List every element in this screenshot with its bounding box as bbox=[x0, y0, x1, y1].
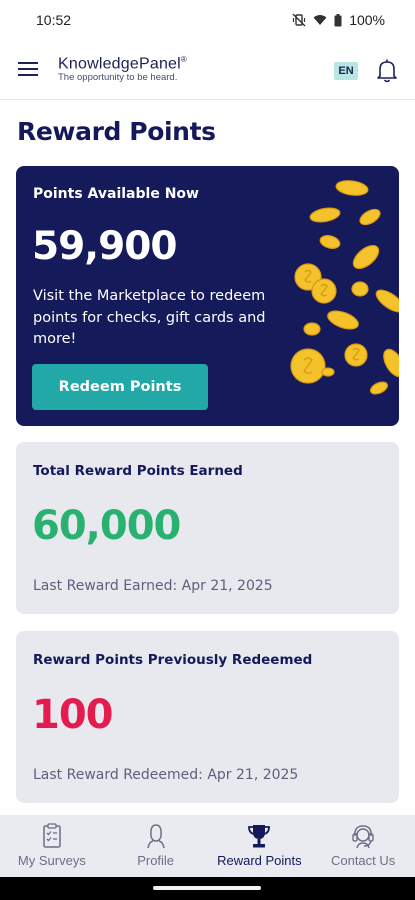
nav-reward-points[interactable]: Reward Points bbox=[208, 815, 312, 877]
last-earned-date: Last Reward Earned: Apr 21, 2025 bbox=[33, 578, 273, 594]
gold-coins-illustration bbox=[286, 166, 399, 426]
status-bar: 10:52 100% bbox=[0, 0, 415, 40]
status-icons: 100% bbox=[292, 12, 385, 28]
nav-my-surveys[interactable]: My Surveys bbox=[0, 815, 104, 877]
total-earned-value: 60,000 bbox=[32, 503, 181, 549]
brand-logo: KnowledgePanel® The opportunity to be he… bbox=[58, 55, 187, 83]
bottom-navigation: My Surveys Profile Reward Points Contact… bbox=[0, 815, 415, 877]
total-earned-label: Total Reward Points Earned bbox=[33, 463, 243, 479]
status-time: 10:52 bbox=[36, 12, 72, 28]
previously-redeemed-value: 100 bbox=[32, 692, 113, 738]
nav-contact-us[interactable]: Contact Us bbox=[311, 815, 415, 877]
nav-label-my-surveys: My Surveys bbox=[17, 853, 86, 868]
marketplace-description: Visit the Marketplace to redeem points f… bbox=[33, 288, 266, 347]
nav-profile[interactable]: Profile bbox=[104, 815, 208, 877]
last-redeemed-date: Last Reward Redeemed: Apr 21, 2025 bbox=[33, 767, 299, 783]
page-title: Reward Points bbox=[17, 117, 216, 146]
wifi-icon bbox=[313, 14, 327, 26]
headset-icon bbox=[349, 822, 377, 850]
home-gesture-pill[interactable] bbox=[153, 886, 261, 890]
battery-percent: 100% bbox=[349, 12, 385, 28]
trophy-icon bbox=[245, 822, 273, 850]
clipboard-checklist-icon bbox=[38, 822, 66, 850]
person-icon bbox=[142, 822, 170, 850]
vibrate-off-icon bbox=[292, 13, 306, 27]
bell-icon[interactable] bbox=[375, 58, 399, 84]
battery-icon bbox=[334, 13, 342, 27]
system-navigation-bar bbox=[0, 877, 415, 900]
total-earned-card: Total Reward Points Earned 60,000 Last R… bbox=[16, 442, 399, 614]
brand-registered-mark: ® bbox=[180, 55, 188, 64]
hamburger-menu-icon[interactable] bbox=[18, 60, 40, 78]
redeem-points-button[interactable]: Redeem Points bbox=[32, 364, 208, 410]
app-header: KnowledgePanel® The opportunity to be he… bbox=[0, 40, 415, 100]
nav-label-reward-points: Reward Points bbox=[217, 853, 302, 868]
points-available-label: Points Available Now bbox=[33, 186, 199, 202]
brand-name: KnowledgePanel® bbox=[58, 55, 188, 73]
brand-tagline: The opportunity to be heard. bbox=[58, 72, 178, 84]
previously-redeemed-card: Reward Points Previously Redeemed 100 La… bbox=[16, 631, 399, 803]
points-available-card: Points Available Now 59,900 Visit the Ma… bbox=[16, 166, 399, 426]
language-badge[interactable]: EN bbox=[334, 62, 358, 80]
nav-label-contact-us: Contact Us bbox=[330, 853, 396, 868]
nav-label-profile: Profile bbox=[137, 853, 175, 868]
points-available-value: 59,900 bbox=[32, 224, 177, 269]
previously-redeemed-label: Reward Points Previously Redeemed bbox=[33, 652, 313, 668]
